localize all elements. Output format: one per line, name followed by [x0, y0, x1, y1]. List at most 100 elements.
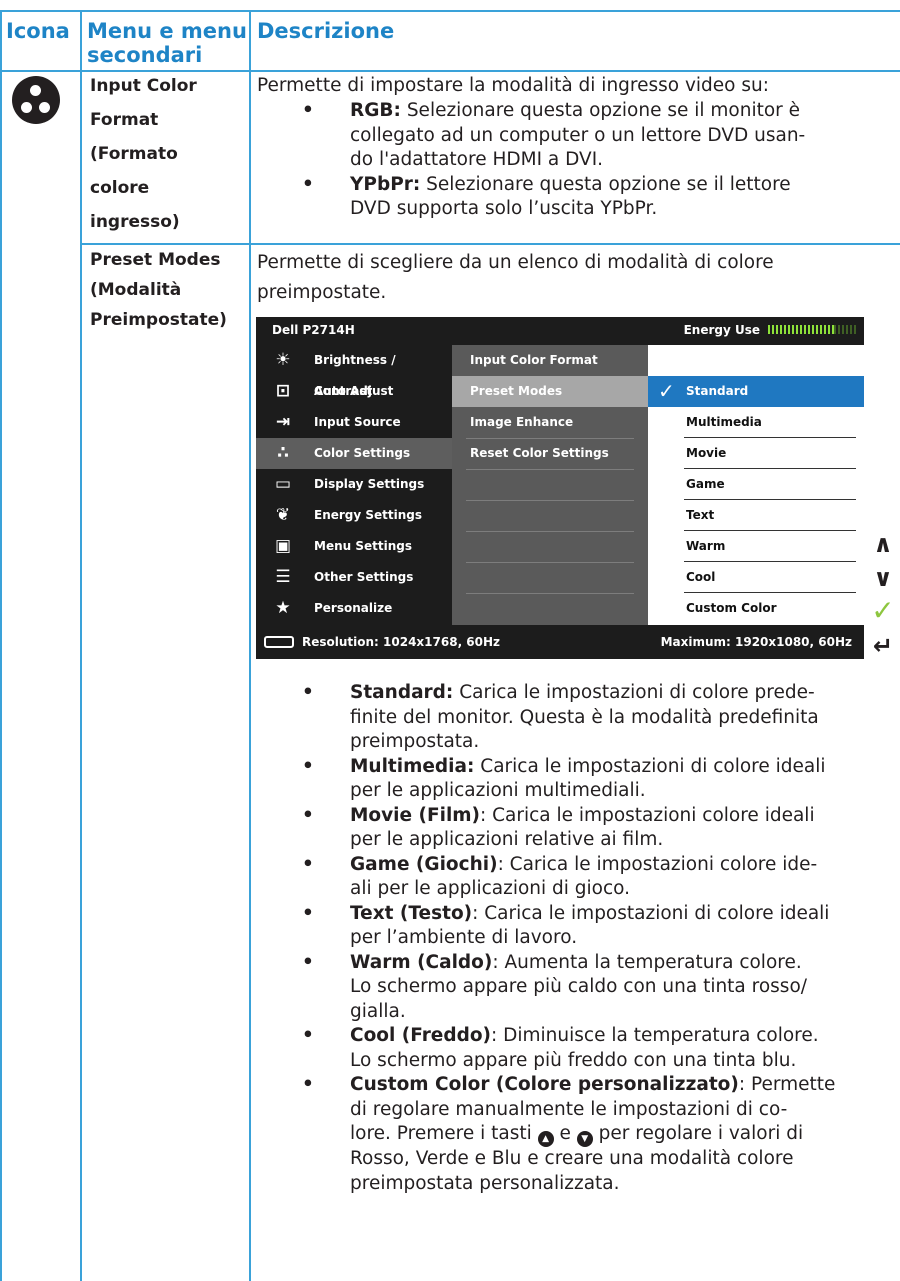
check-icon[interactable]: ✓: [870, 597, 896, 625]
osd-sub-reset-color[interactable]: Reset Color Settings: [452, 438, 648, 469]
osd-sub-input-color-format[interactable]: Input Color Format: [452, 345, 648, 376]
divider: [466, 593, 634, 594]
table-top-rule: [0, 10, 900, 12]
osd-item-energy[interactable]: ❦ Energy Settings: [256, 500, 452, 531]
header-icon: Icona: [6, 19, 70, 43]
list-item-cont: ali per le applicazioni di gioco.: [350, 878, 631, 899]
list-item-cont: finite del monitor. Questa è la modalità…: [350, 706, 819, 728]
list-item: • Text (Testo): Carica le impostazioni di…: [302, 902, 830, 924]
row2-menu-l1: Preset Modes: [90, 250, 221, 270]
list-item: • Movie (Film): Carica le impostazioni co…: [302, 804, 815, 826]
display-icon: ▭: [274, 474, 292, 494]
header-description: Descrizione: [257, 19, 395, 43]
osd-item-personalize[interactable]: ★ Personalize: [256, 593, 452, 624]
col-rule-1: [80, 10, 82, 1281]
mode-movie[interactable]: Movie: [648, 438, 864, 469]
row1-menu-l1: Input Color: [90, 76, 197, 96]
down-key-icon: ▼: [576, 1131, 593, 1147]
list-item: • Custom Color (Colore personalizzato): P…: [302, 1074, 836, 1095]
row2-intro-l2: preimpostate.: [257, 282, 387, 303]
divider: [466, 500, 634, 501]
osd-item-brightness[interactable]: ☀ Brightness / Contrast: [256, 345, 452, 398]
row1-intro: Permette di impostare la modalità di ing…: [257, 75, 769, 96]
mode-custom-color[interactable]: Custom Color: [648, 593, 864, 624]
color-settings-icon: [12, 76, 60, 124]
osd-sub-preset-modes[interactable]: Preset Modes: [452, 376, 648, 407]
list-item: • Cool (Freddo): Diminuisce la temperatur…: [302, 1025, 819, 1046]
list-item: • Warm (Caldo): Aumenta la temperatura co…: [302, 951, 802, 973]
osd-item-color-settings[interactable]: ∴ Color Settings: [256, 438, 452, 469]
header-menu: Menu e menu secondari: [87, 19, 247, 67]
list-item: • YPbPr: Selezionare questa opzione se il…: [302, 173, 791, 195]
energy-use: Energy Use: [684, 323, 856, 337]
col-rule-2: [249, 10, 251, 1281]
down-arrow-icon[interactable]: ∨: [870, 565, 896, 591]
osd-title: Dell P2714H: [272, 323, 355, 337]
list-item-cont: per l’ambiente di lavoro.: [350, 927, 578, 948]
osd-item-other[interactable]: ☰ Other Settings: [256, 562, 452, 593]
row1-menu-l4: colore: [90, 178, 150, 198]
row2-bullets: • Standard: Carica le impostazioni di col…: [302, 681, 836, 1196]
energy-meter: [768, 325, 856, 334]
menu-icon: ▣: [274, 536, 292, 556]
list-item-cont: per le applicazioni relative ai film.: [350, 829, 664, 850]
check-icon: ✓: [658, 379, 675, 403]
list-item-cont: Lo schermo appare più caldo con una tint…: [350, 976, 807, 997]
osd-item-menu[interactable]: ▣ Menu Settings: [256, 531, 452, 562]
input-source-icon: ⇥: [275, 412, 291, 432]
osd-preset-list: ✓ Standard Multimedia Movie Game Text War…: [648, 345, 864, 625]
divider: [466, 531, 634, 532]
osd-maximum: Maximum: 1920x1080, 60Hz: [660, 635, 852, 649]
osd-resolution: Resolution: 1024x1768, 60Hz: [302, 635, 501, 649]
row1-menu-l3: (Formato: [90, 144, 178, 164]
mode-game[interactable]: Game: [648, 469, 864, 500]
col-rule-0: [0, 10, 2, 1281]
osd-sub-menu: Input Color Format Preset Modes Image En…: [452, 345, 648, 625]
row1-bullets: • RGB: Selezionare questa opzione se il m…: [302, 99, 806, 222]
list-item-cont: per le applicazioni multimediali.: [350, 780, 646, 801]
row2-menu: Preset Modes (Modalità Preimpostate): [90, 245, 227, 335]
mode-warm[interactable]: Warm: [648, 531, 864, 562]
header-menu-line2: secondari: [87, 43, 203, 67]
list-item: • Multimedia: Carica le impostazioni di c…: [302, 755, 826, 777]
mode-multimedia[interactable]: Multimedia: [648, 407, 864, 438]
osd-item-input-source[interactable]: ⇥ Input Source: [256, 407, 452, 438]
list-item-cont: Lo schermo appare più freddo con una tin…: [350, 1049, 797, 1071]
row1-menu-l5: ingresso): [90, 212, 180, 232]
list-item-cont: do l'adattatore HDMI a DVI.: [350, 149, 604, 170]
list-item-cont: Rosso, Verde e Blu e creare una modalità…: [350, 1148, 794, 1169]
list-item: • Standard: Carica le impostazioni di col…: [302, 682, 815, 703]
list-item-cont: di regolare manualmente le impostazioni …: [350, 1098, 788, 1120]
list-item-cont: DVD supporta solo l’uscita YPbPr.: [350, 198, 658, 219]
osd-footer: Resolution: 1024x1768, 60Hz Maximum: 192…: [256, 625, 864, 659]
brightness-icon: ☀: [275, 350, 291, 370]
osd-screenshot: Dell P2714H Energy Use ☀ Brightness / Con…: [256, 317, 864, 659]
row2-menu-l2: (Modalità: [90, 280, 182, 300]
energy-icon: ❦: [275, 505, 291, 525]
divider: [466, 562, 634, 563]
row1-menu-l2: Format: [90, 110, 159, 130]
list-item-cont: gialla.: [350, 1000, 406, 1022]
row2-intro-l1: Permette di scegliere da un elenco di mo…: [257, 252, 774, 273]
osd-item-display[interactable]: ▭ Display Settings: [256, 469, 452, 500]
list-item-cont: preimpostata.: [350, 731, 480, 752]
other-settings-icon: ☰: [275, 567, 291, 587]
list-item-cont: preimpostata personalizzata.: [350, 1172, 620, 1194]
back-icon[interactable]: ↵: [870, 633, 896, 659]
mode-cool[interactable]: Cool: [648, 562, 864, 593]
osd-item-auto-adjust[interactable]: ⊡ Auto Adjust: [256, 376, 452, 407]
up-arrow-icon[interactable]: ∧: [870, 531, 896, 557]
list-item-cont: collegato ad un computer o un lettore DV…: [350, 124, 806, 146]
row1-menu: Input Color Format (Formato colore ingre…: [90, 69, 197, 239]
mode-standard[interactable]: ✓ Standard: [648, 376, 864, 407]
osd-sub-image-enhance[interactable]: Image Enhance: [452, 407, 648, 438]
energy-label: Energy Use: [683, 323, 760, 337]
vga-connector-icon: [264, 636, 294, 648]
mode-text[interactable]: Text: [648, 500, 864, 531]
list-item: • Game (Giochi): Carica le impostazioni c…: [302, 853, 818, 875]
row2-intro: Permette di scegliere da un elenco di mo…: [257, 248, 774, 308]
divider: [466, 469, 634, 470]
header-menu-line1: Menu e menu: [87, 19, 247, 43]
list-item-cont: lore. Premere i tasti ▲ e ▼ per regolare…: [350, 1122, 835, 1147]
auto-adjust-icon: ⊡: [275, 381, 291, 401]
